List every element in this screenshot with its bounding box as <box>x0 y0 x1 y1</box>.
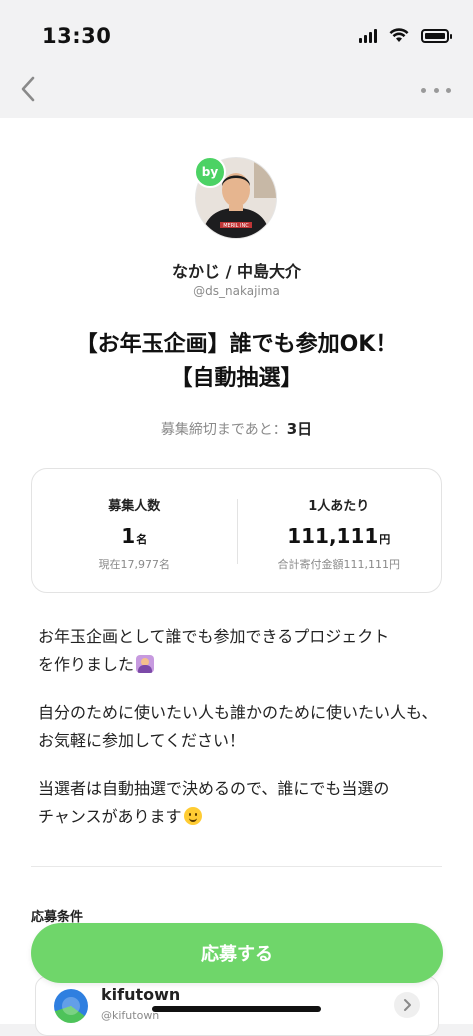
title-line-1: 【お年玉企画】誰でも参加OK！ <box>75 332 398 357</box>
stat-recruit-unit: 名 <box>136 533 148 546</box>
cellular-signal-icon <box>359 28 377 43</box>
description-p3-line1: 当選者は自動抽選で決めるので、誰にでも当選の <box>38 779 390 798</box>
status-icons <box>359 28 452 43</box>
more-dot <box>421 87 426 93</box>
deadline: 募集締切まであと：3日 <box>0 418 473 439</box>
more-dot <box>433 87 439 93</box>
stat-recruit-sub: 現在17,977名 <box>98 558 171 571</box>
organization-handle: @kifutown <box>101 1009 160 1022</box>
description-paragraph-3: 当選者は自動抽選で決めるので、誰にでも当選の チャンスがあります <box>38 775 438 831</box>
title-line-2: 【自動抽選】 <box>170 366 303 391</box>
description-p1-line1: お年玉企画として誰でも参加できるプロジェクト <box>38 627 390 646</box>
by-badge: by <box>194 156 226 188</box>
page-title: 【お年玉企画】誰でも参加OK！ 【自動抽選】 <box>20 328 453 396</box>
more-dot <box>446 87 451 93</box>
smile-emoji-icon <box>183 807 202 825</box>
stat-per-person-value-row: 111,111円 <box>237 524 442 548</box>
stat-recruit: 募集人数 1名 現在17,977名 <box>32 469 237 592</box>
deadline-value: 3日 <box>286 420 313 438</box>
description-p1-line2: を作りました <box>38 655 135 674</box>
description-p3-line2: チャンスがあります <box>38 807 182 826</box>
stat-per-person: 1人あたり 111,111円 合計寄付金額111,111円 <box>237 469 442 592</box>
home-indicator <box>152 1006 321 1012</box>
shirt-text: MERIL INC <box>223 223 249 229</box>
creator-avatar-wrap[interactable]: MERIL INC by <box>194 156 276 238</box>
battery-icon <box>421 28 452 43</box>
stat-per-person-value: 111,111 <box>287 524 379 548</box>
person-emoji-icon <box>136 655 155 673</box>
stats-card: 募集人数 1名 現在17,977名 1人あたり 111,111円 合計寄付金額1… <box>31 468 442 593</box>
description-paragraph-2: 自分のために使いたい人も誰かのために使いたい人も、お気軽に参加してください！ <box>38 703 438 750</box>
description-paragraph-1: お年玉企画として誰でも参加できるプロジェクト を作りました <box>38 623 438 679</box>
organization-logo-icon <box>54 989 88 1023</box>
creator-name[interactable]: なかじ / 中島大介 <box>0 258 473 282</box>
status-time: 13:30 <box>42 24 112 48</box>
chevron-right-icon <box>404 999 411 1011</box>
back-button[interactable] <box>14 74 42 104</box>
more-options-button[interactable] <box>421 80 451 100</box>
stat-recruit-label: 募集人数 <box>108 499 161 514</box>
stat-recruit-value-row: 1名 <box>32 524 237 548</box>
organization-name: kifutown <box>101 985 181 1004</box>
nav-bar <box>0 60 473 118</box>
chevron-left-icon <box>21 76 35 102</box>
stat-per-person-label: 1人あたり <box>308 499 370 514</box>
creator-handle: @ds_nakajima <box>193 284 280 298</box>
project-content: MERIL INC by なかじ / 中島大介 @ds_nakajima 【お年… <box>0 118 473 1036</box>
organization-link-button[interactable] <box>394 992 420 1018</box>
description: お年玉企画として誰でも参加できるプロジェクト を作りました 自分のために使いたい… <box>38 623 438 851</box>
deadline-label: 募集締切まであと： <box>160 422 287 438</box>
wifi-icon <box>389 28 409 42</box>
status-bar: 13:30 <box>0 0 473 60</box>
stat-per-person-sub: 合計寄付金額111,111円 <box>277 558 401 571</box>
stat-recruit-value: 1 <box>121 524 136 548</box>
apply-button[interactable]: 応募する <box>31 923 443 983</box>
stat-per-person-unit: 円 <box>379 533 391 546</box>
section-divider <box>31 866 442 867</box>
